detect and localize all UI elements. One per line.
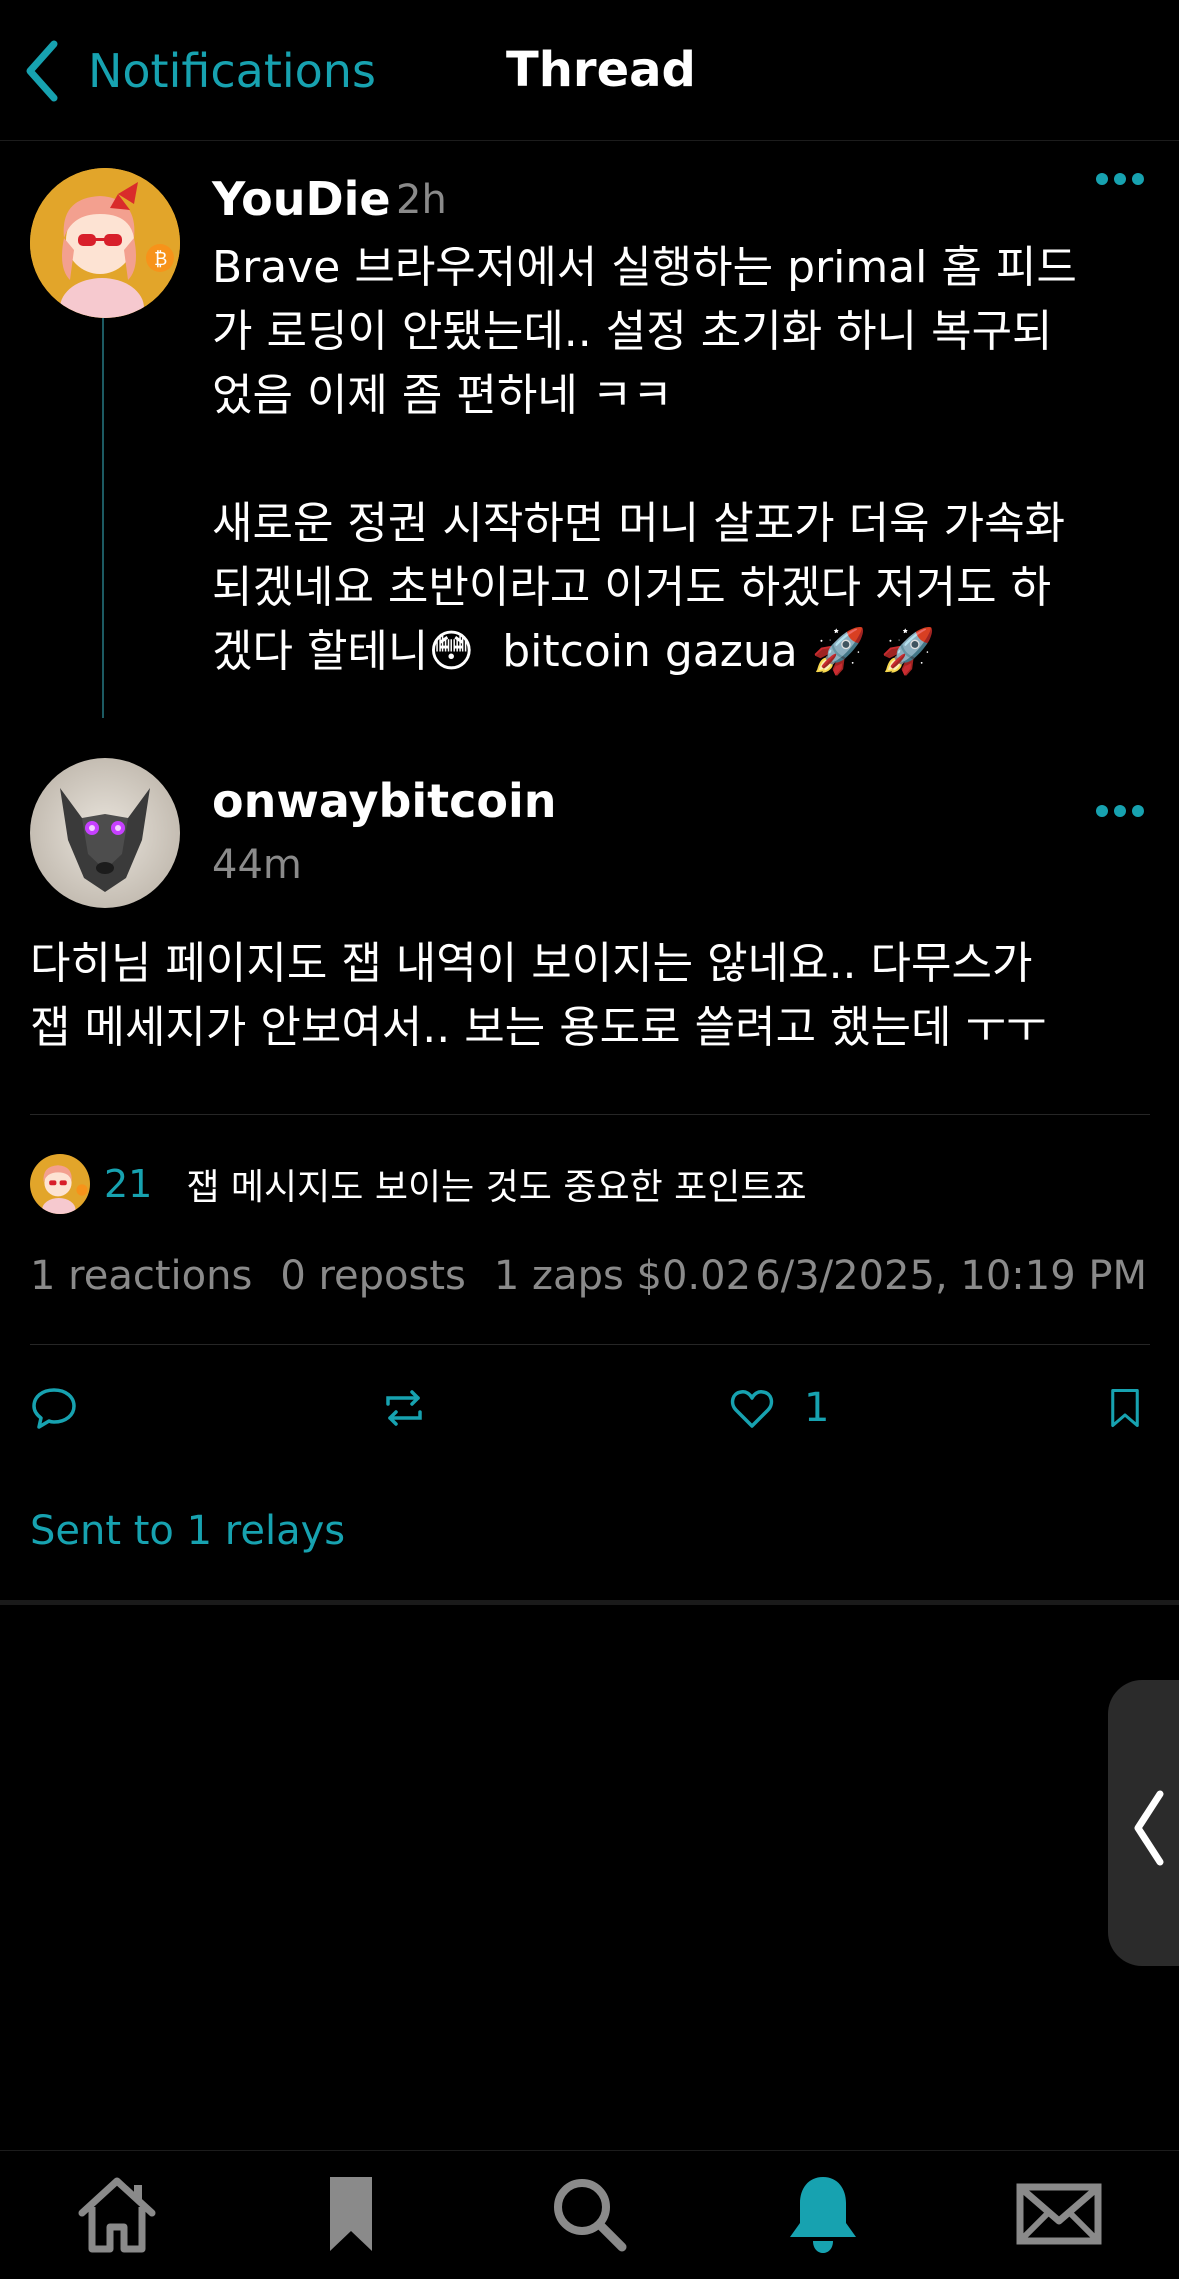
tab-notifications[interactable] bbox=[780, 2171, 866, 2257]
nav-header: Notifications Thread bbox=[0, 0, 1179, 141]
stats-row: 1 reactions 0 reposts 1 zaps $0.02 bbox=[30, 1253, 779, 1299]
more-dots-icon[interactable] bbox=[1094, 170, 1146, 188]
tab-messages[interactable] bbox=[1016, 2171, 1102, 2257]
zap-comment: 잽 메시지도 보이는 것도 중요한 포인트죠 bbox=[186, 1167, 807, 1208]
heart-icon bbox=[730, 1390, 774, 1428]
post-time: 44m bbox=[212, 842, 302, 888]
top-zap-row[interactable]: 21 잽 메시지도 보이는 것도 중요한 포인트죠 bbox=[30, 1154, 807, 1214]
divider bbox=[0, 1600, 1179, 1605]
svg-text:₿: ₿ bbox=[154, 249, 167, 270]
author-name[interactable]: onwaybitcoin bbox=[212, 774, 557, 828]
divider bbox=[30, 1114, 1150, 1115]
repost-icon bbox=[386, 1390, 422, 1426]
reposts-count[interactable]: 0 reposts bbox=[280, 1253, 466, 1299]
tab-search[interactable] bbox=[546, 2171, 632, 2257]
bookmark-icon bbox=[330, 2177, 372, 2251]
relays-status[interactable]: Sent to 1 relays bbox=[30, 1508, 345, 1554]
back-label: Notifications bbox=[88, 44, 376, 98]
zaps-count[interactable]: 1 zaps $0.02 bbox=[494, 1253, 751, 1299]
bookmark-button[interactable] bbox=[1104, 1384, 1146, 1432]
back-button[interactable]: Notifications bbox=[22, 38, 376, 104]
avatar-zapper bbox=[30, 1154, 90, 1214]
chevron-left-icon bbox=[26, 40, 58, 102]
divider bbox=[30, 1344, 1150, 1345]
tab-bookmarks[interactable] bbox=[308, 2171, 394, 2257]
parent-post-text: Brave 브라우저에서 실행하는 primal 홈 피드 가 로딩이 안됐는데… bbox=[212, 242, 1077, 677]
mail-icon bbox=[1016, 2183, 1102, 2245]
bell-icon bbox=[790, 2177, 856, 2253]
post-date: 6/3/2025, 10:19 PM bbox=[755, 1253, 1147, 1299]
like-button[interactable]: 1 bbox=[728, 1384, 829, 1432]
reactions-count[interactable]: 1 reactions bbox=[30, 1253, 252, 1299]
zap-amount: 21 bbox=[104, 1162, 153, 1206]
author-name[interactable]: YouDie bbox=[212, 172, 391, 226]
reply-button[interactable] bbox=[30, 1384, 78, 1432]
avatar-onwaybitcoin[interactable] bbox=[30, 758, 180, 908]
page-title: Thread bbox=[506, 42, 696, 98]
thread-connector-line bbox=[102, 318, 104, 718]
like-count: 1 bbox=[804, 1385, 830, 1431]
repost-button[interactable] bbox=[380, 1384, 428, 1432]
side-drawer-handle[interactable] bbox=[1108, 1680, 1179, 1966]
reply-bubble-icon bbox=[32, 1388, 76, 1429]
home-icon bbox=[78, 2177, 156, 2253]
chevron-left-icon bbox=[1134, 1790, 1164, 1866]
bottom-tab-bar bbox=[0, 2150, 1179, 2279]
tab-home[interactable] bbox=[74, 2171, 160, 2257]
more-dots-icon[interactable] bbox=[1094, 802, 1146, 820]
bookmark-icon bbox=[1111, 1388, 1139, 1428]
search-icon bbox=[554, 2179, 627, 2252]
avatar-youdie[interactable]: ₿ bbox=[30, 168, 180, 318]
post-time: 2h bbox=[396, 177, 447, 223]
main-post-text: 다히님 페이지도 잽 내역이 보이지는 않네요.. 다무스가 잽 메세지가 안보… bbox=[30, 938, 1047, 1053]
